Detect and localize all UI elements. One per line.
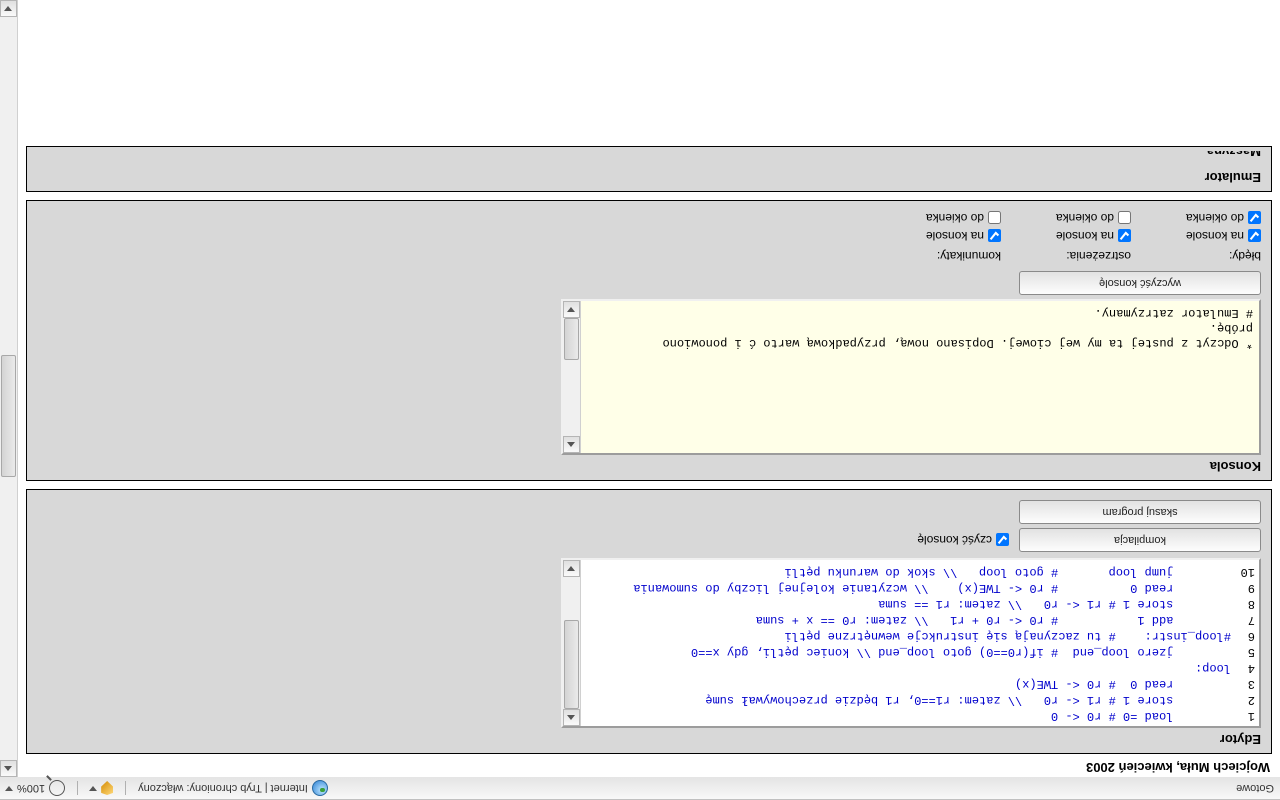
zoom-value: 100%: [17, 782, 45, 794]
line-number: 8: [1231, 596, 1255, 612]
errors-header: błędy:: [1161, 249, 1261, 263]
status-zoom[interactable]: 100%: [0, 780, 71, 796]
editor-scrollbar[interactable]: [563, 560, 581, 726]
line-number: 3: [1231, 676, 1255, 692]
warnings-header: ostrzeżenia:: [1031, 249, 1131, 263]
console-line: próbę.: [587, 320, 1253, 335]
warnings-to-console-input[interactable]: [1118, 230, 1131, 243]
line-text: jump loop # goto loop \\ skok do warunku…: [785, 564, 1231, 580]
emulator-panel: Emulator Maszyna: [26, 146, 1272, 192]
author-line: Wojciech Muła, kwiecień 2003: [26, 754, 1272, 777]
internet-zone-icon: [312, 780, 328, 796]
editor-line[interactable]: 10 jump loop # goto loop \\ skok do waru…: [585, 564, 1255, 580]
line-text: jzero loop_end # if(r0==0) goto loop_end…: [691, 644, 1231, 660]
editor-line[interactable]: 5 jzero loop_end # if(r0==0) goto loop_e…: [585, 644, 1255, 660]
status-zone[interactable]: Internet | Tryb chroniony: włączony: [132, 780, 334, 796]
scroll-thumb[interactable]: [564, 318, 579, 360]
to-window-label: do okienka: [926, 211, 984, 225]
status-zone-label: Internet | Tryb chroniony: włączony: [138, 782, 308, 794]
scroll-thumb[interactable]: [564, 620, 579, 709]
editor-line[interactable]: 8 store 1 # r1 <- r0 \\ zatem: r1 == sum…: [585, 596, 1255, 612]
editor-line[interactable]: 6#loop_instr: # tu zaczynają się instruk…: [585, 628, 1255, 644]
to-window-label: do okienka: [1186, 211, 1244, 225]
editor-panel: Edytor 1 load =0 # r0 <- 02 store 1 # r1…: [26, 489, 1272, 754]
editor-line[interactable]: 9 read 0 # r0 <- TWE(x) \\ wczytanie kol…: [585, 580, 1255, 596]
clear-console-button[interactable]: wyczyść konsolę: [1019, 271, 1261, 295]
console-line: # Emulator zatrzymany.: [587, 305, 1253, 320]
line-text: #loop_instr: # tu zaczynają się instrukc…: [785, 628, 1231, 644]
warnings-to-window-checkbox[interactable]: do okienka: [1031, 211, 1131, 225]
machine-title-cutoff: Maszyna: [37, 151, 1261, 166]
messages-to-console-input[interactable]: [988, 230, 1001, 243]
zoom-icon: [49, 780, 65, 796]
browser-status-bar: Gotowe Internet | Tryb chroniony: włączo…: [0, 777, 1280, 800]
line-number: 6: [1231, 628, 1255, 644]
messages-to-window-input[interactable]: [988, 212, 1001, 225]
report-options: błędy: na konsole do okienka ostrzeżenia…: [37, 211, 1261, 263]
page-scrollbar[interactable]: [0, 0, 18, 777]
editor-line[interactable]: 4loop:: [585, 660, 1255, 676]
errors-to-console-input[interactable]: [1248, 230, 1261, 243]
messages-to-window-checkbox[interactable]: do okienka: [901, 211, 1001, 225]
status-security[interactable]: [84, 781, 119, 795]
line-text: store 1 # r1 <- r0 \\ zatem: r1==0, r1 b…: [705, 692, 1231, 708]
line-text: read 0 # r0 <- TWE(x) \\ wczytanie kolej…: [633, 580, 1231, 596]
status-text: Gotowe: [334, 782, 1280, 794]
clear-program-button[interactable]: skasuj program: [1019, 500, 1261, 524]
warnings-to-console-checkbox[interactable]: na konsole: [1031, 229, 1131, 243]
line-number: 9: [1231, 580, 1255, 596]
scroll-down-icon[interactable]: [563, 301, 580, 318]
scroll-thumb[interactable]: [1, 355, 16, 477]
line-number: 2: [1231, 692, 1255, 708]
report-warnings-column: ostrzeżenia: na konsole do okienka: [1031, 211, 1131, 263]
editor-title: Edytor: [37, 732, 1261, 747]
editor-line[interactable]: 3 read 0 # r0 <- TWE(x): [585, 676, 1255, 692]
clear-console-checkbox-input[interactable]: [996, 534, 1009, 547]
emulator-title: Emulator: [37, 170, 1261, 185]
editor-line[interactable]: 2 store 1 # r1 <- r0 \\ zatem: r1==0, r1…: [585, 692, 1255, 708]
page-content: Wojciech Muła, kwiecień 2003 Edytor 1 lo…: [18, 0, 1280, 777]
line-text: read 0 # r0 <- TWE(x): [1015, 676, 1231, 692]
shield-icon: [101, 781, 113, 795]
messages-to-console-checkbox[interactable]: na konsole: [901, 229, 1001, 243]
chevron-down-icon: [6, 785, 13, 792]
line-number: 10: [1231, 564, 1255, 580]
to-console-label: na konsole: [1186, 229, 1244, 243]
line-number: 7: [1231, 612, 1255, 628]
line-text: loop:: [1195, 660, 1231, 676]
line-number: 5: [1231, 644, 1255, 660]
console-panel: Konsola # Emulator zatrzymany.próbę.* Od…: [26, 200, 1272, 481]
to-console-label: na konsole: [926, 229, 984, 243]
to-window-label: do okienka: [1056, 211, 1114, 225]
clear-console-checkbox-label: czyść konsolę: [917, 533, 992, 547]
errors-to-console-checkbox[interactable]: na konsole: [1161, 229, 1261, 243]
errors-to-window-input[interactable]: [1248, 212, 1261, 225]
console-output[interactable]: # Emulator zatrzymany.próbę.* Odczyt z p…: [561, 299, 1261, 455]
line-number: 4: [1231, 660, 1255, 676]
scroll-down-icon[interactable]: [563, 560, 580, 577]
clear-console-on-compile-checkbox[interactable]: czyść konsolę: [917, 533, 1009, 547]
chevron-down-icon: [90, 785, 97, 792]
scroll-up-icon[interactable]: [563, 709, 580, 726]
line-number: 1: [1231, 708, 1255, 724]
compile-button[interactable]: kompilacja: [1019, 528, 1261, 552]
console-line: * Odczyt z pustej ta my wej ciowej. Dopi…: [587, 335, 1253, 350]
scroll-down-icon[interactable]: [0, 0, 17, 17]
editor-line[interactable]: 7 add 1 # r0 <- r0 + r1 \\ zatem: r0 == …: [585, 612, 1255, 628]
report-errors-column: błędy: na konsole do okienka: [1161, 211, 1261, 263]
errors-to-window-checkbox[interactable]: do okienka: [1161, 211, 1261, 225]
line-text: store 1 # r1 <- r0 \\ zatem: r1 == suma: [878, 596, 1231, 612]
to-console-label: na konsole: [1056, 229, 1114, 243]
report-messages-column: komunikaty: na konsole do okienka: [901, 211, 1001, 263]
warnings-to-window-input[interactable]: [1118, 212, 1131, 225]
console-title: Konsola: [37, 459, 1261, 474]
editor-listbox[interactable]: 1 load =0 # r0 <- 02 store 1 # r1 <- r0 …: [561, 558, 1261, 728]
messages-header: komunikaty:: [901, 249, 1001, 263]
console-scrollbar[interactable]: [563, 301, 581, 453]
scroll-up-icon[interactable]: [0, 760, 17, 777]
line-text: add 1 # r0 <- r0 + r1 \\ zatem: r0 == x …: [756, 612, 1231, 628]
line-text: load =0 # r0 <- 0: [1051, 708, 1231, 724]
scroll-up-icon[interactable]: [563, 436, 580, 453]
editor-line[interactable]: 1 load =0 # r0 <- 0: [585, 708, 1255, 724]
